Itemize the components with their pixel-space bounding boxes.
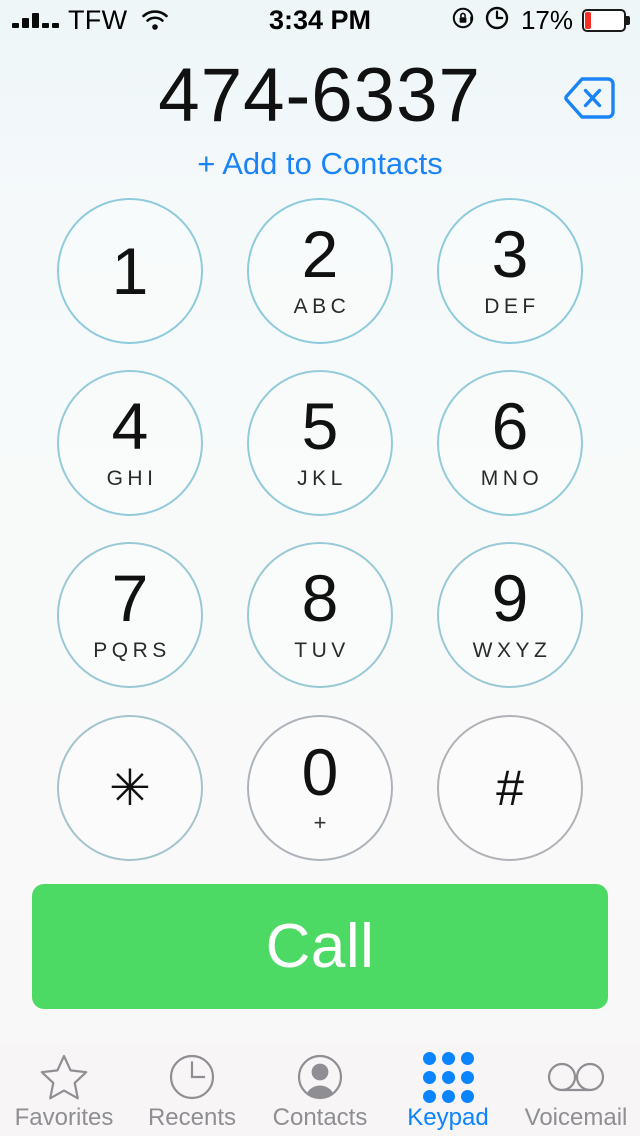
voicemail-icon	[547, 1052, 605, 1102]
status-bar-right: 17%	[452, 0, 630, 40]
keypad-icon-dot	[441, 1051, 455, 1065]
keypad-key-3[interactable]: 3 DEF	[437, 198, 583, 344]
key-digit: 0	[301, 734, 339, 809]
add-to-contacts-row: + Add to Contacts	[0, 142, 640, 184]
tab-keypad[interactable]: Keypad	[384, 1044, 512, 1136]
keypad-key-8[interactable]: 8 TUV	[247, 542, 393, 688]
keypad-icon-dot	[422, 1051, 436, 1065]
keypad-key-9[interactable]: 9 WXYZ	[437, 542, 583, 688]
tab-label: Recents	[147, 1104, 237, 1131]
battery-percent-label: 17%	[520, 5, 573, 35]
keypad-grid: 1 2 ABC 3 DEF 4 GHI 5 JKL 6 MNO 7 PQRS 8…	[0, 198, 640, 888]
status-bar-clock: 3:34 PM	[268, 4, 372, 35]
call-button[interactable]: Call	[32, 884, 608, 1009]
keypad-key-1[interactable]: 1	[57, 198, 203, 344]
key-digit: ✳	[109, 760, 151, 816]
key-digit: 7	[111, 561, 149, 635]
phone-number-text: 474-6337	[158, 52, 482, 138]
keypad-row-2: 4 GHI 5 JKL 6 MNO	[0, 370, 640, 520]
keypad-icon-dot	[460, 1089, 474, 1103]
add-to-contacts-button[interactable]: + Add to Contacts	[197, 148, 443, 179]
battery-cap	[626, 15, 630, 25]
tab-label: Contacts	[272, 1104, 368, 1131]
tab-label: Favorites	[14, 1104, 114, 1131]
key-letters: MNO	[480, 467, 544, 490]
alarm-clock-icon	[485, 6, 509, 35]
keypad-icon-dot	[441, 1089, 455, 1103]
keypad-icon-dot	[422, 1070, 436, 1084]
tab-label: Keypad	[407, 1104, 489, 1131]
keypad-key-star[interactable]: ✳	[57, 715, 203, 861]
key-digit: 1	[111, 234, 149, 308]
key-letters: TUV	[294, 639, 350, 662]
tab-voicemail[interactable]: Voicemail	[512, 1044, 640, 1136]
keypad-key-pound[interactable]: #	[437, 715, 583, 861]
call-button-label: Call	[265, 911, 375, 981]
phone-number-display[interactable]: 474-6337	[0, 48, 640, 143]
delete-backspace-icon[interactable]	[562, 72, 618, 124]
key-letters: PQRS	[93, 639, 171, 662]
battery-icon	[582, 8, 630, 32]
key-digit: 5	[301, 389, 339, 463]
key-digit: #	[496, 760, 524, 816]
key-letters: WXYZ	[472, 639, 552, 662]
key-digit: 4	[111, 389, 149, 463]
key-digit: 8	[301, 561, 339, 635]
keypad-icon-dot	[460, 1070, 474, 1084]
status-bar: TFW 3:34 PM 17%	[0, 0, 640, 40]
keypad-row-1: 1 2 ABC 3 DEF	[0, 198, 640, 348]
keypad-key-2[interactable]: 2 ABC	[247, 198, 393, 344]
rotation-lock-icon	[452, 6, 476, 35]
keypad-row-3: 7 PQRS 8 TUV 9 WXYZ	[0, 542, 640, 692]
keypad-key-6[interactable]: 6 MNO	[437, 370, 583, 516]
keypad-key-7[interactable]: 7 PQRS	[57, 542, 203, 688]
key-letters: ABC	[293, 295, 351, 318]
key-letters: +	[313, 809, 327, 835]
keypad-key-0[interactable]: 0 +	[247, 715, 393, 861]
tab-contacts[interactable]: Contacts	[256, 1044, 384, 1136]
battery-fill	[585, 11, 592, 29]
key-digit: 9	[491, 561, 529, 635]
key-digit: 3	[491, 217, 529, 291]
keypad-icon-dot	[460, 1051, 474, 1065]
key-letters: DEF	[484, 295, 540, 318]
tab-label: Voicemail	[524, 1104, 628, 1131]
keypad-grid-icon	[422, 1051, 474, 1103]
key-digit: 6	[491, 389, 529, 463]
tab-recents[interactable]: Recents	[128, 1044, 256, 1136]
keypad-icon-dot	[441, 1070, 455, 1084]
person-icon	[295, 1052, 345, 1102]
key-letters: GHI	[106, 467, 158, 490]
star-icon	[39, 1052, 89, 1102]
keypad-row-4: ✳ 0 + #	[0, 715, 640, 865]
key-digit: 2	[301, 217, 339, 291]
keypad-key-5[interactable]: 5 JKL	[247, 370, 393, 516]
keypad-key-4[interactable]: 4 GHI	[57, 370, 203, 516]
keypad-icon-dot	[422, 1089, 436, 1103]
tab-bar: Favorites Recents Contacts Keypad Voicem…	[0, 1044, 640, 1136]
tab-favorites[interactable]: Favorites	[0, 1044, 128, 1136]
key-letters: JKL	[297, 467, 347, 490]
phone-keypad-screen: TFW 3:34 PM 17% 474-6337 + Add to Contac…	[0, 0, 640, 1136]
clock-icon	[167, 1052, 217, 1102]
